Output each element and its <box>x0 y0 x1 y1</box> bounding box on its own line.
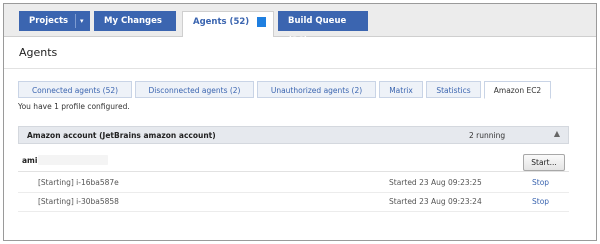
profile-count-note: You have 1 profile configured. <box>18 102 130 111</box>
amazon-account-title: Amazon account (JetBrains amazon account… <box>27 131 216 140</box>
nav-my-changes-label: My Changes <box>104 16 162 26</box>
nav-build-queue-label: Build Queue (36) <box>288 16 347 46</box>
instance-row: [Starting] i-16ba587e Started 23 Aug 09:… <box>18 174 569 193</box>
instance-start-time: Started 23 Aug 09:23:25 <box>389 178 482 187</box>
top-navigation: Projects ▾ My Changes Agents (52) Build … <box>4 4 596 46</box>
stop-link[interactable]: Stop <box>532 178 549 187</box>
instance-row: [Starting] i-30ba5858 Started 23 Aug 09:… <box>18 193 569 212</box>
tab-connected-agents[interactable]: Connected agents (52) <box>18 81 132 98</box>
ami-row: ami Start... <box>18 151 569 172</box>
tab-matrix[interactable]: Matrix <box>379 81 423 98</box>
nav-build-queue-button[interactable]: Build Queue (36) <box>278 11 368 46</box>
running-count: 2 running <box>469 131 506 140</box>
agents-status-indicator-icon <box>257 17 266 27</box>
instance-name: [Starting] i-30ba5858 <box>38 197 119 206</box>
ami-id-field <box>38 155 108 165</box>
nav-agents-tab[interactable]: Agents (52) <box>182 11 274 37</box>
ami-label: ami <box>22 156 38 165</box>
amazon-account-header: Amazon account (JetBrains amazon account… <box>18 126 569 144</box>
tab-disconnected-agents[interactable]: Disconnected agents (2) <box>135 81 254 98</box>
collapse-icon[interactable]: ▲ <box>554 129 560 138</box>
instance-start-time: Started 23 Aug 09:23:24 <box>389 197 482 206</box>
tab-statistics[interactable]: Statistics <box>426 81 481 98</box>
nav-agents-label: Agents (52) <box>193 17 250 27</box>
page-title: Agents <box>19 46 58 59</box>
nav-my-changes-button[interactable]: My Changes <box>94 11 176 31</box>
instance-name: [Starting] i-16ba587e <box>38 178 119 187</box>
nav-projects-label: Projects <box>29 16 69 26</box>
chevron-down-icon[interactable]: ▾ <box>80 11 84 31</box>
tab-unauthorized-agents[interactable]: Unauthorized agents (2) <box>257 81 376 98</box>
divider <box>4 68 596 69</box>
start-button[interactable]: Start... <box>523 154 565 171</box>
nav-projects-separator <box>75 14 76 28</box>
window-frame: Projects ▾ My Changes Agents (52) Build … <box>3 3 597 241</box>
stop-link[interactable]: Stop <box>532 197 549 206</box>
tab-amazon-ec2[interactable]: Amazon EC2 <box>484 81 551 99</box>
nav-projects-button[interactable]: Projects ▾ <box>19 11 90 31</box>
